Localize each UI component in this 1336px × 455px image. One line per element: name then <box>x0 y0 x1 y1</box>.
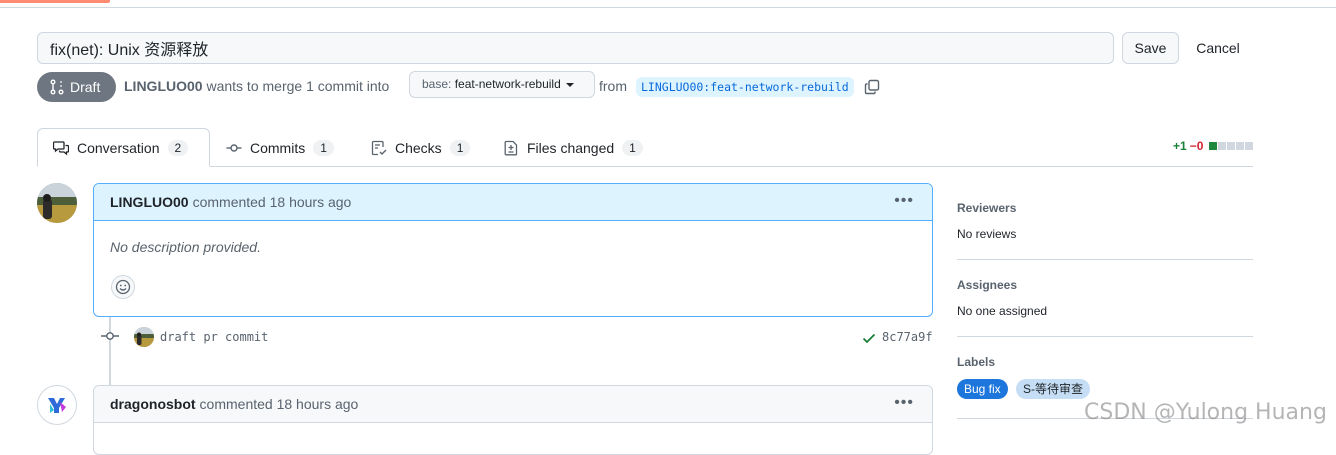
active-nav-underline <box>0 0 110 3</box>
check-icon[interactable] <box>862 331 876 345</box>
diffstat-box-neutral <box>1245 142 1254 150</box>
assignees-value: No one assigned <box>957 304 1048 318</box>
merge-summary: LINGLUO00 wants to merge 1 commit into <box>124 78 389 94</box>
tab-checks-label: Checks <box>395 139 442 156</box>
tab-files-changed-label: Files changed <box>527 139 615 156</box>
comment-author[interactable]: LINGLUO00 <box>110 194 189 210</box>
tab-checks-count: 1 <box>449 139 471 156</box>
top-nav-strip <box>0 0 1336 8</box>
tab-files-changed[interactable]: Files changed 1 <box>503 128 643 167</box>
base-branch-selector[interactable]: base: feat-network-rebuild <box>409 71 595 98</box>
git-commit-icon <box>101 332 119 340</box>
bot-avatar-logo <box>48 398 66 413</box>
assignees-heading[interactable]: Assignees <box>957 278 1017 292</box>
tabs-divider <box>37 166 1253 167</box>
diffstat: +1 −0 <box>1173 139 1254 153</box>
label-bug-fix[interactable]: Bug fix <box>957 379 1008 399</box>
comment: dragonosbot commented 18 hours ago ••• <box>93 385 933 455</box>
diffstat-bar <box>1209 142 1254 150</box>
tab-checks[interactable]: Checks 1 <box>371 128 471 167</box>
tab-commits-count: 1 <box>313 139 334 156</box>
comment-timestamp[interactable]: commented 18 hours ago <box>200 396 359 412</box>
base-branch-name: feat-network-rebuild <box>454 77 561 91</box>
tab-commits-label: Commits <box>250 139 306 156</box>
tab-files-changed-count: 1 <box>622 139 643 156</box>
avatar[interactable] <box>37 385 77 425</box>
comment-author[interactable]: dragonosbot <box>110 396 196 412</box>
sidebar-divider <box>957 259 1253 260</box>
watermark: CSDN @Yulong Huang <box>1084 400 1327 425</box>
tab-conversation-count: 2 <box>167 139 189 156</box>
comment-header: LINGLUO00 commented 18 hours ago ••• <box>94 184 932 221</box>
git-commit-icon <box>226 143 242 152</box>
caret-down-icon <box>566 82 575 87</box>
diffstat-deletions: −0 <box>1189 139 1204 153</box>
commit-message-link[interactable]: draft pr commit <box>160 330 268 344</box>
avatar-photo <box>37 183 77 223</box>
comment-header: dragonosbot commented 18 hours ago ••• <box>94 386 932 423</box>
commit-author-avatar[interactable] <box>134 327 154 347</box>
avatar[interactable] <box>37 183 77 223</box>
draft-pr-icon <box>50 79 64 95</box>
kebab-horizontal-icon[interactable]: ••• <box>894 192 914 210</box>
comment: LINGLUO00 commented 18 hours ago ••• No … <box>93 183 933 317</box>
add-reaction-button[interactable] <box>111 275 135 299</box>
draft-state-badge: Draft <box>37 72 116 102</box>
from-text: from <box>599 78 627 94</box>
head-branch-link[interactable]: LINGLUO00:feat-network-rebuild <box>636 77 854 97</box>
cancel-button[interactable]: Cancel <box>1188 32 1248 64</box>
pr-author-link[interactable]: LINGLUO00 <box>124 78 203 94</box>
labels-heading[interactable]: Labels <box>957 355 995 369</box>
avatar-photo <box>134 327 154 347</box>
checklist-icon <box>371 140 387 155</box>
copy-icon[interactable] <box>864 79 880 95</box>
tab-conversation[interactable]: Conversation 2 <box>37 128 210 167</box>
label-waiting-review[interactable]: S-等待审查 <box>1016 379 1091 399</box>
tab-conversation-label: Conversation <box>77 139 160 156</box>
diffstat-box-neutral <box>1236 142 1245 150</box>
sidebar-divider <box>957 336 1253 337</box>
pr-title-input[interactable] <box>37 32 1114 64</box>
reviewers-heading[interactable]: Reviewers <box>957 201 1016 215</box>
commit-sha-link[interactable]: 8c77a9f <box>882 330 933 344</box>
comment-timestamp[interactable]: commented 18 hours ago <box>193 194 352 210</box>
save-button[interactable]: Save <box>1122 32 1179 64</box>
draft-label: Draft <box>70 79 101 95</box>
diffstat-box-add <box>1209 142 1218 150</box>
smiley-icon <box>115 279 131 295</box>
file-diff-icon <box>504 140 518 155</box>
comment-body: No description provided. <box>110 239 261 255</box>
reviewers-value: No reviews <box>957 227 1017 241</box>
base-prefix: base: <box>422 77 452 91</box>
comment-discussion-icon <box>53 140 69 155</box>
merge-text: wants to merge 1 commit into <box>206 78 390 94</box>
kebab-horizontal-icon[interactable]: ••• <box>894 394 914 412</box>
diffstat-box-neutral <box>1218 142 1227 150</box>
tab-commits[interactable]: Commits 1 <box>226 128 334 167</box>
diffstat-box-neutral <box>1227 142 1236 150</box>
diffstat-additions: +1 <box>1173 139 1187 153</box>
